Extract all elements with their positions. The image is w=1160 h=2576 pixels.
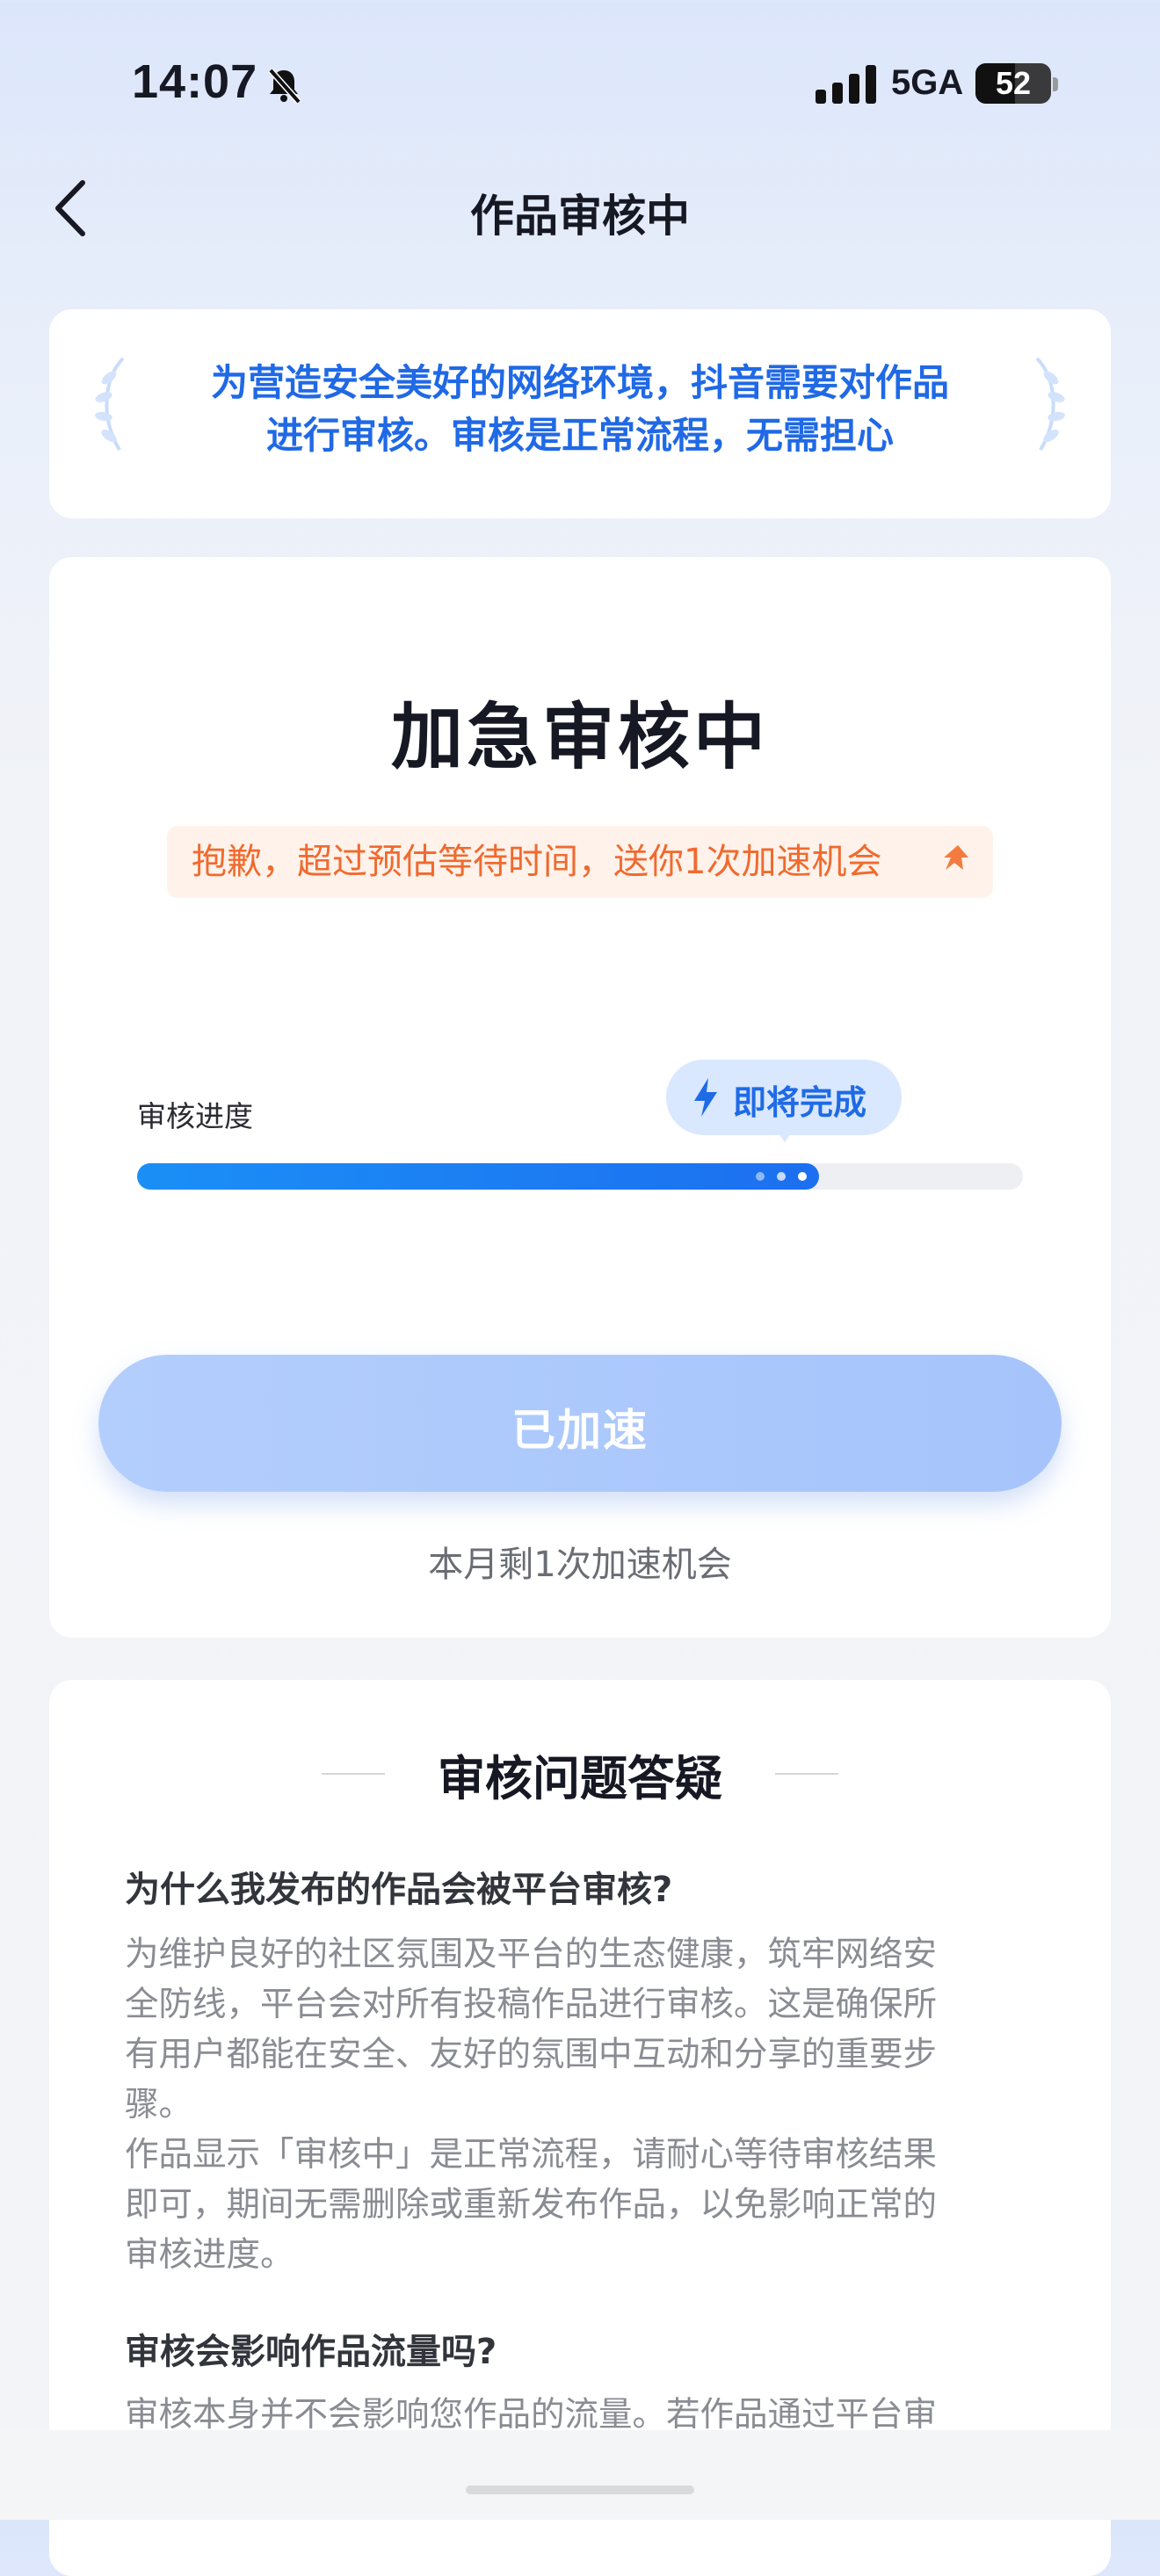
progress-fill [137,1163,819,1190]
battery-level: 52 [995,65,1032,101]
progress-dot [798,1172,807,1181]
faq-answer-line: 全防线，平台会对所有投稿作品进行审核。这是确保所 [125,1985,938,2024]
accelerated-button-label: 已加速 [511,1405,649,1456]
notice-line: 进行审核。审核是正常流程，无需担心 [265,414,894,457]
home-indicator[interactable] [466,2486,694,2494]
faq-answer-line: 骤。 [125,2085,193,2124]
page-title: 作品审核中 [470,191,690,242]
network-type: 5GA [891,63,964,102]
divider [775,1773,838,1775]
bell-slash-icon [268,68,301,105]
progress-label: 审核进度 [137,1099,253,1133]
faq-answer-line: 为维护良好的社区氛围及平台的生态健康，筑牢网络安 [125,1935,938,1974]
notice-text: 为营造安全美好的网络环境，抖音需要对作品 进行审核。审核是正常流程，无需担心 [132,357,1028,462]
faq-answer-line: 作品显示「审核中」是正常流程，请耐心等待审核结果 [125,2135,938,2174]
rocket-icon [944,845,968,870]
faq-question: 为什么我发布的作品会被平台审核? [125,1870,673,1910]
battery-tip [1053,77,1058,91]
badge-tail [775,1128,794,1142]
apology-text: 抱歉，超过预估等待时间，送你1次加速机会 [192,842,882,882]
lightning-icon [694,1078,717,1117]
progress-dot [756,1172,765,1181]
faq-answer-line: 即可，期间无需删除或重新发布作品，以免影响正常的 [125,2185,938,2225]
battery-indicator: 52 [975,63,1051,104]
bottom-safe-area [0,2430,1160,2520]
status-time: 14:07 [132,55,258,108]
progress-badge-text: 即将完成 [733,1083,867,1122]
faq-answer-line: 审核进度。 [125,2235,294,2275]
faq-question: 审核会影响作品流量吗? [125,2332,497,2372]
laurel-icon [1035,357,1065,452]
notice-line: 为营造安全美好的网络环境，抖音需要对作品 [210,361,949,404]
faq-title: 审核问题答疑 [438,1751,722,1806]
faq-answer-line: 有用户都能在安全、友好的氛围中互动和分享的重要步 [125,2035,938,2074]
faq-answer: 为维护良好的社区氛围及平台的生态健康，筑牢网络安 全防线，平台会对所有投稿作品进… [125,1929,1039,2280]
cellular-signal-icon [816,65,876,104]
progress-dot [777,1172,786,1181]
review-status-title: 加急审核中 [390,696,769,779]
remaining-boosts-text: 本月剩1次加速机会 [428,1545,732,1585]
laurel-icon [95,357,125,452]
